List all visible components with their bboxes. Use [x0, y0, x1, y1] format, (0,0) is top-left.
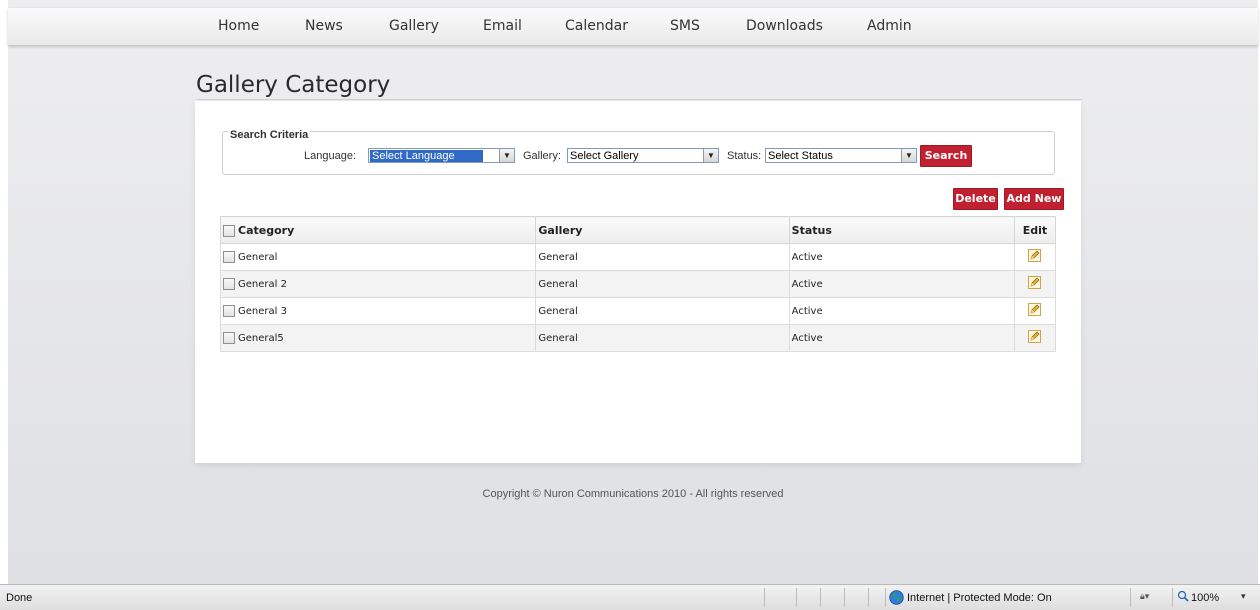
- category-cell: General5: [219, 324, 537, 352]
- zoom-level[interactable]: 100%: [1191, 592, 1219, 604]
- select-all-checkbox[interactable]: [223, 224, 235, 237]
- status-divider: [844, 588, 845, 607]
- category-value: General 3: [238, 306, 287, 317]
- nav-admin[interactable]: Admin: [867, 18, 912, 34]
- status-cell: Active: [788, 297, 1015, 325]
- status-cell: Active: [788, 243, 1015, 271]
- title-divider: [196, 99, 1082, 100]
- category-value: General5: [238, 333, 284, 344]
- chevron-down-icon[interactable]: ▼: [499, 149, 514, 162]
- table-header-row: Category Gallery Status Edit: [219, 216, 1057, 244]
- category-cell: General: [219, 243, 537, 271]
- category-cell: General 2: [219, 270, 537, 298]
- category-value: General: [238, 252, 278, 263]
- language-label: Language:: [304, 150, 356, 162]
- pencil-icon[interactable]: [1028, 249, 1042, 265]
- nav-gallery[interactable]: Gallery: [389, 18, 439, 34]
- delete-button[interactable]: Delete: [953, 188, 998, 210]
- top-navigation: Home News Gallery Email Calendar SMS Dow…: [8, 8, 1258, 46]
- pencil-icon[interactable]: [1028, 276, 1042, 292]
- status-select-value: Select Status: [768, 150, 833, 162]
- chevron-down-icon[interactable]: ▾: [1241, 591, 1246, 602]
- pencil-icon[interactable]: [1028, 303, 1042, 319]
- status-label: Status:: [727, 150, 762, 162]
- row-checkbox[interactable]: [223, 305, 235, 317]
- chevron-down-icon[interactable]: ▼: [901, 149, 916, 162]
- status-cell: Active: [788, 324, 1015, 352]
- status-divider: [796, 588, 797, 607]
- row-checkbox[interactable]: [223, 332, 235, 344]
- edit-column-header: Edit: [1013, 216, 1057, 244]
- search-criteria-panel: Search Criteria Language: Select Languag…: [222, 129, 1055, 175]
- edit-cell: [1013, 324, 1057, 352]
- page-title: Gallery Category: [196, 72, 391, 98]
- row-checkbox[interactable]: [223, 251, 235, 263]
- search-criteria-legend: Search Criteria: [228, 129, 311, 141]
- gallery-cell: General: [535, 243, 790, 271]
- table-row: General 2 General Active: [219, 270, 1057, 298]
- pencil-icon[interactable]: [1028, 330, 1042, 346]
- nav-email[interactable]: Email: [483, 18, 522, 34]
- globe-icon: [889, 590, 904, 608]
- status-column-header: Status: [788, 216, 1015, 244]
- table-row: General5 General Active: [219, 324, 1057, 352]
- language-select[interactable]: Select Language ▼: [368, 148, 515, 163]
- gallery-cell: General: [535, 324, 790, 352]
- gallery-label: Gallery:: [523, 150, 561, 162]
- status-divider: [885, 588, 886, 607]
- table-row: General 3 General Active: [219, 297, 1057, 325]
- category-value: General 2: [238, 279, 287, 290]
- status-divider: [1172, 588, 1173, 607]
- category-table: Category Gallery Status Edit General Gen…: [219, 216, 1057, 352]
- browser-viewport: Home News Gallery Email Calendar SMS Dow…: [8, 0, 1258, 584]
- status-divider: [1130, 588, 1131, 607]
- category-cell: General 3: [219, 297, 537, 325]
- status-divider: [868, 588, 869, 607]
- add-new-button[interactable]: Add New: [1004, 188, 1064, 210]
- status-divider: [764, 588, 765, 607]
- nav-news[interactable]: News: [305, 18, 343, 34]
- gallery-column-header: Gallery: [535, 216, 790, 244]
- magnifier-icon[interactable]: [1177, 590, 1189, 605]
- language-select-value: Select Language: [370, 150, 483, 162]
- search-button[interactable]: Search: [920, 145, 972, 167]
- edit-cell: [1013, 243, 1057, 271]
- status-divider: [820, 588, 821, 607]
- status-cell: Active: [788, 270, 1015, 298]
- nav-downloads[interactable]: Downloads: [746, 18, 823, 34]
- gallery-cell: General: [535, 270, 790, 298]
- nav-home[interactable]: Home: [218, 18, 259, 34]
- category-column-header: Category: [219, 216, 537, 244]
- gallery-select-value: Select Gallery: [570, 150, 639, 162]
- row-checkbox[interactable]: [223, 278, 235, 290]
- edit-cell: [1013, 297, 1057, 325]
- edit-cell: [1013, 270, 1057, 298]
- table-row: General General Active: [219, 243, 1057, 271]
- browser-status-bar: Done Internet | Protected Mode: On 🔒︎▾ 1…: [0, 584, 1260, 610]
- content-panel: Search Criteria Language: Select Languag…: [195, 101, 1081, 463]
- chevron-down-icon[interactable]: ▼: [703, 149, 718, 162]
- status-select[interactable]: Select Status ▼: [765, 148, 917, 163]
- nav-calendar[interactable]: Calendar: [565, 18, 628, 34]
- status-text: Done: [6, 592, 33, 604]
- lock-icon[interactable]: 🔒︎▾: [1140, 591, 1149, 602]
- gallery-cell: General: [535, 297, 790, 325]
- nav-sms[interactable]: SMS: [670, 18, 700, 34]
- footer-copyright: Copyright © Nuron Communications 2010 - …: [482, 488, 784, 500]
- gallery-select[interactable]: Select Gallery ▼: [567, 148, 719, 163]
- category-header-label: Category: [238, 223, 295, 237]
- security-zone-text[interactable]: Internet | Protected Mode: On: [907, 592, 1052, 604]
